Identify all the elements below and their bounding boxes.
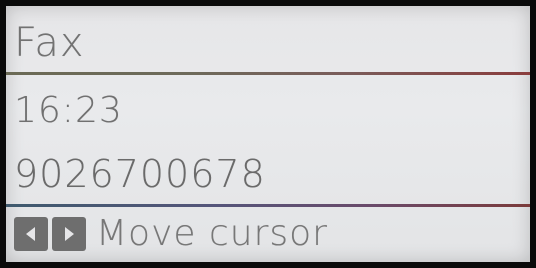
arrow-keys	[14, 216, 86, 251]
hint-label: Move cursor	[96, 213, 328, 254]
lcd-screen: Fax 16:23 9026700678 Move cursor	[6, 6, 530, 262]
right-arrow-key-icon	[52, 216, 86, 251]
screen-title: Fax	[14, 20, 85, 66]
hint-bar: Move cursor	[14, 213, 522, 254]
time-display: 16:23	[14, 90, 123, 131]
title-divider	[6, 72, 530, 75]
fax-number-field[interactable]: 9026700678	[14, 152, 522, 196]
left-arrow-key-icon	[14, 216, 48, 251]
hint-divider	[6, 204, 530, 207]
